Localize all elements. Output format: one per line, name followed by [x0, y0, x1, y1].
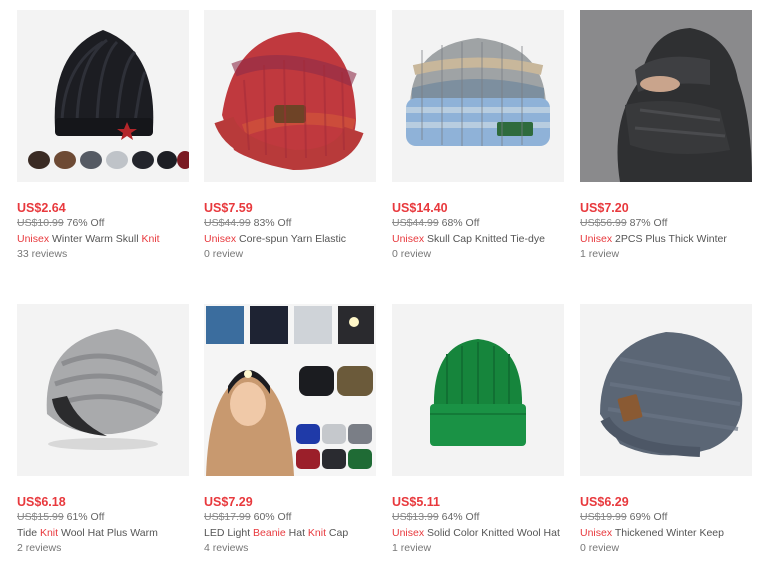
title-segment: Wool Hat Plus Warm	[58, 527, 158, 539]
product-title-link[interactable]: Unisex Skull Cap Knitted Tie-dye	[392, 231, 580, 247]
price-discount-line: US$17.99 60% Off	[204, 510, 392, 525]
product-image[interactable]	[580, 10, 752, 182]
product-card[interactable]: US$14.40 US$44.99 68% Off Unisex Skull C…	[392, 10, 580, 261]
title-segment: Knit	[39, 527, 59, 539]
discount-label: 83% Off	[253, 217, 292, 229]
title-segment: Winter Warm Skull	[49, 233, 142, 245]
product-title-link[interactable]: LED Light Beanie Hat Knit Cap	[204, 525, 392, 541]
title-segment: Thickened Winter Keep	[612, 527, 724, 539]
original-price: US$44.99	[392, 217, 439, 229]
product-card[interactable]: US$5.11 US$13.99 64% Off Unisex Solid Co…	[392, 304, 580, 555]
title-segment: Solid Color Knitted Wool Hat	[424, 527, 560, 539]
price-discount-line: US$19.99 69% Off	[580, 510, 768, 525]
product-title-link[interactable]: Unisex Solid Color Knitted Wool Hat	[392, 525, 580, 541]
original-price: US$13.99	[392, 511, 439, 523]
discount-label: 69% Off	[629, 511, 668, 523]
product-card[interactable]: US$6.29 US$19.99 69% Off Unisex Thickene…	[580, 304, 768, 555]
product-title-link[interactable]: Tide Knit Wool Hat Plus Warm	[17, 525, 205, 541]
product-card[interactable]: US$7.20 US$56.99 87% Off Unisex 2PCS Plu…	[580, 10, 768, 261]
review-count[interactable]: 0 review	[392, 247, 580, 261]
review-count[interactable]: 4 reviews	[204, 541, 392, 555]
review-count[interactable]: 0 review	[580, 541, 768, 555]
product-price: US$6.29	[580, 495, 629, 509]
title-segment: Hat	[285, 527, 308, 539]
product-price: US$5.11	[392, 495, 440, 509]
product-title-link[interactable]: Unisex Winter Warm Skull Knit	[17, 231, 205, 247]
title-segment: Cap	[326, 527, 349, 539]
title-segment: 2PCS Plus Thick Winter	[612, 233, 727, 245]
price-discount-line: US$44.99 68% Off	[392, 216, 580, 231]
title-segment: Unisex	[580, 527, 613, 539]
product-image[interactable]	[204, 10, 376, 182]
product-card[interactable]: US$6.18 US$15.99 61% Off Tide Knit Wool …	[17, 304, 205, 555]
price-discount-line: US$56.99 87% Off	[580, 216, 768, 231]
title-segment: LED Light	[204, 527, 254, 539]
product-price: US$6.18	[17, 495, 66, 509]
title-segment: Knit	[141, 233, 160, 245]
title-segment: Unisex	[580, 233, 613, 245]
discount-label: 60% Off	[253, 511, 292, 523]
product-card[interactable]: US$2.64 US$10.99 76% Off Unisex Winter W…	[17, 10, 205, 261]
product-image[interactable]	[204, 304, 376, 476]
product-title-link[interactable]: Unisex 2PCS Plus Thick Winter	[580, 231, 768, 247]
product-price: US$2.64	[17, 201, 66, 215]
product-title-link[interactable]: Unisex Core-spun Yarn Elastic	[204, 231, 392, 247]
title-segment: Tide	[17, 527, 40, 539]
discount-label: 61% Off	[66, 511, 105, 523]
original-price: US$19.99	[580, 511, 627, 523]
product-image[interactable]	[392, 10, 564, 182]
original-price: US$56.99	[580, 217, 627, 229]
title-segment: Core-spun Yarn Elastic	[236, 233, 347, 245]
product-card[interactable]: US$7.59 US$44.99 83% Off Unisex Core-spu…	[204, 10, 392, 261]
review-count[interactable]: 0 review	[204, 247, 392, 261]
title-segment: Unisex	[204, 233, 237, 245]
original-price: US$15.99	[17, 511, 64, 523]
title-segment: Unisex	[17, 233, 50, 245]
review-count[interactable]: 2 reviews	[17, 541, 205, 555]
product-image[interactable]	[17, 10, 189, 182]
original-price: US$17.99	[204, 511, 251, 523]
product-price: US$7.59	[204, 201, 253, 215]
original-price: US$44.99	[204, 217, 251, 229]
discount-label: 76% Off	[66, 217, 105, 229]
product-card[interactable]: US$7.29 US$17.99 60% Off LED Light Beani…	[204, 304, 392, 555]
product-price: US$7.29	[204, 495, 253, 509]
product-image[interactable]	[580, 304, 752, 476]
discount-label: 87% Off	[629, 217, 668, 229]
product-grid: US$2.64 US$10.99 76% Off Unisex Winter W…	[0, 0, 768, 582]
original-price: US$10.99	[17, 217, 64, 229]
product-price: US$14.40	[392, 201, 448, 215]
discount-label: 68% Off	[441, 217, 480, 229]
title-segment: Skull Cap Knitted Tie-dye	[424, 233, 545, 245]
price-discount-line: US$44.99 83% Off	[204, 216, 392, 231]
title-segment: Knit	[307, 527, 327, 539]
product-image[interactable]	[392, 304, 564, 476]
product-image[interactable]	[17, 304, 189, 476]
review-count[interactable]: 1 review	[580, 247, 768, 261]
price-discount-line: US$13.99 64% Off	[392, 510, 580, 525]
review-count[interactable]: 1 review	[392, 541, 580, 555]
price-discount-line: US$10.99 76% Off	[17, 216, 205, 231]
price-discount-line: US$15.99 61% Off	[17, 510, 205, 525]
title-segment: Beanie	[253, 527, 286, 539]
title-segment: Unisex	[392, 527, 425, 539]
title-segment: Unisex	[392, 233, 425, 245]
product-title-link[interactable]: Unisex Thickened Winter Keep	[580, 525, 768, 541]
review-count[interactable]: 33 reviews	[17, 247, 205, 261]
product-price: US$7.20	[580, 201, 629, 215]
discount-label: 64% Off	[441, 511, 480, 523]
